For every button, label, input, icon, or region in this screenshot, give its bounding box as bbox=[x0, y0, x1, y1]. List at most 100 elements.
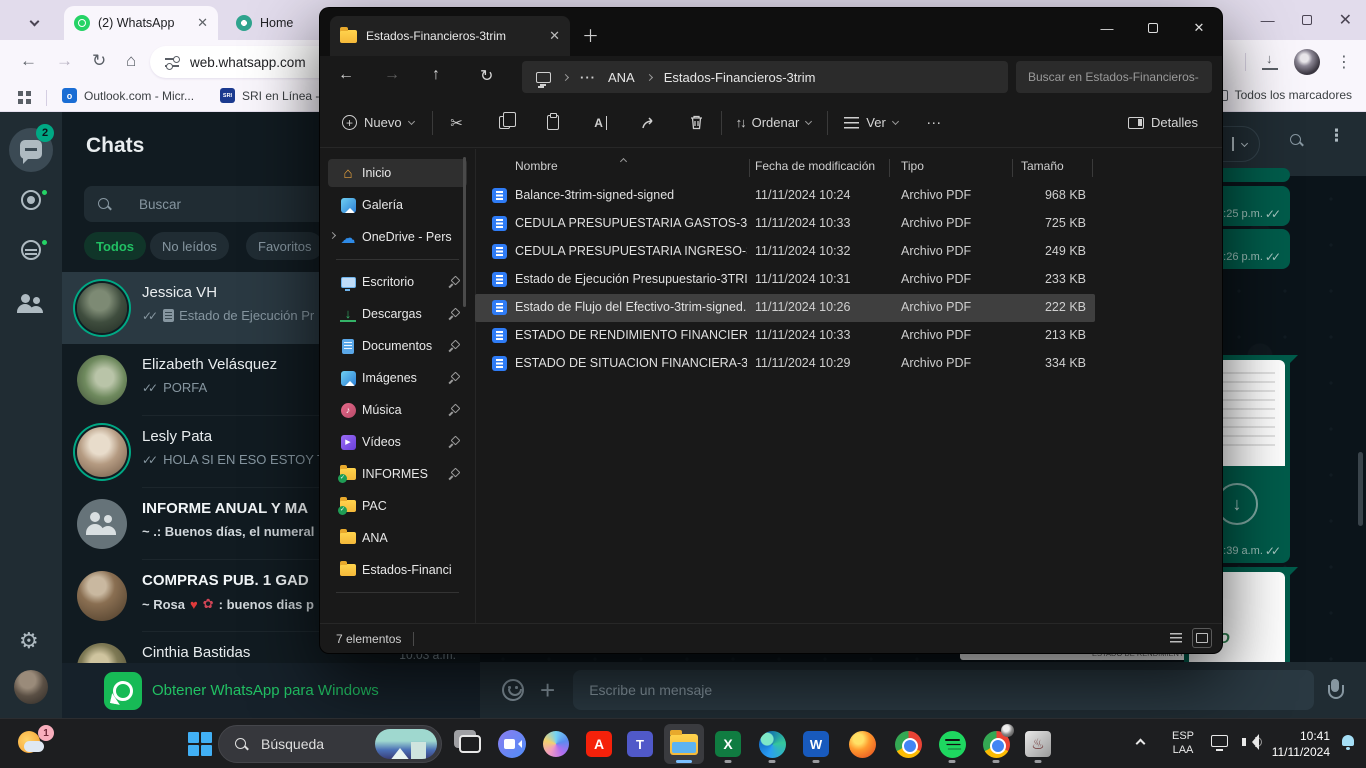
filter-todos[interactable]: Todos bbox=[84, 232, 146, 260]
view-button[interactable]: Ver bbox=[844, 115, 898, 130]
new-tab-icon[interactable]: ＋ bbox=[582, 22, 599, 47]
file-row[interactable]: CEDULA PRESUPUESTARIA INGRESO-3TRI...11/… bbox=[475, 238, 1095, 266]
file-row[interactable]: ESTADO DE RENDIMIENTO FINANCIERO-...11/1… bbox=[475, 322, 1095, 350]
browser-menu-icon[interactable]: ⋮ bbox=[1336, 52, 1352, 72]
new-button[interactable]: + Nuevo bbox=[342, 115, 414, 130]
browser-profile-avatar[interactable] bbox=[1294, 49, 1320, 75]
sidebar-item-escritorio[interactable]: Escritorio bbox=[328, 268, 467, 296]
conversation-search-icon[interactable] bbox=[1276, 134, 1290, 152]
language-indicator[interactable]: ESP LAA bbox=[1172, 729, 1194, 757]
site-settings-icon[interactable] bbox=[165, 56, 179, 68]
explorer-search-input[interactable]: Buscar en Estados-Financieros- bbox=[1016, 61, 1212, 93]
chrome-profile-icon[interactable] bbox=[976, 724, 1016, 764]
explorer-maximize-button[interactable] bbox=[1130, 8, 1176, 48]
more-options-icon[interactable]: ··· bbox=[910, 114, 958, 131]
cut-icon[interactable]: ✂ bbox=[433, 114, 481, 132]
sidebar-item-ana[interactable]: ANA bbox=[328, 524, 467, 552]
browser-tab-home[interactable]: Home bbox=[226, 6, 320, 40]
acrobat-icon[interactable]: A bbox=[579, 724, 619, 764]
excel-icon[interactable]: X bbox=[708, 724, 748, 764]
expand-chevron-icon[interactable] bbox=[329, 232, 336, 239]
file-row-selected[interactable]: Estado de Flujo del Efectivo-3trim-signe… bbox=[475, 294, 1095, 322]
list-view-icon[interactable] bbox=[1166, 628, 1186, 648]
copy-icon[interactable] bbox=[481, 116, 529, 129]
breadcrumb-current[interactable]: Estados-Financieros-3trim bbox=[664, 70, 816, 85]
share-icon[interactable] bbox=[625, 116, 673, 130]
browser-tab-whatsapp[interactable]: (2) WhatsApp ✕ bbox=[64, 6, 218, 40]
details-button[interactable]: Detalles bbox=[1128, 115, 1198, 130]
sidebar-item-estados-financieros[interactable]: Estados-Financi bbox=[328, 556, 467, 584]
explorer-close-button[interactable]: ✕ bbox=[1176, 8, 1222, 48]
paste-icon[interactable] bbox=[529, 115, 577, 130]
column-fecha[interactable]: Fecha de modificación bbox=[755, 159, 875, 173]
get-whatsapp-banner[interactable]: Obtener WhatsApp para Windows bbox=[62, 663, 480, 718]
all-bookmarks-button[interactable]: Todos los marcadores bbox=[1215, 88, 1352, 102]
sort-button[interactable]: ↑↓ Ordenar bbox=[736, 115, 812, 130]
sidebar-item-inicio[interactable]: ⌂Inicio bbox=[328, 159, 467, 187]
file-row[interactable]: Estado de Ejecución Presupuestario-3TRI.… bbox=[475, 266, 1095, 294]
sidebar-scrollbar[interactable] bbox=[463, 157, 466, 307]
sidebar-item-onedrive[interactable]: ☁OneDrive - Pers bbox=[328, 223, 467, 251]
column-nombre[interactable]: Nombre bbox=[515, 159, 558, 173]
taskbar-search[interactable]: Búsqueda bbox=[218, 725, 442, 763]
taskbar-clock[interactable]: 10:41 11/11/2024 bbox=[1272, 728, 1330, 760]
column-divider[interactable] bbox=[1012, 159, 1013, 177]
breadcrumb[interactable]: ··· ANA Estados-Financieros-3trim bbox=[522, 61, 1008, 93]
tab-search-icon[interactable] bbox=[26, 12, 44, 30]
nav-refresh-icon[interactable]: ↻ bbox=[480, 66, 493, 86]
sidebar-item-imagenes[interactable]: Imágenes bbox=[328, 364, 467, 392]
bookmark-sri[interactable]: SRI SRI en Línea - I bbox=[220, 88, 326, 103]
delete-icon[interactable] bbox=[673, 115, 721, 130]
tab-close-icon[interactable]: ✕ bbox=[197, 15, 208, 31]
browser-home-button[interactable]: ⌂ bbox=[126, 51, 136, 71]
notifications-bell-icon[interactable] bbox=[1340, 734, 1356, 750]
network-icon[interactable] bbox=[1211, 735, 1228, 747]
java-app-icon[interactable]: ♨ bbox=[1018, 724, 1058, 764]
message-input[interactable]: Escribe un mensaje bbox=[573, 670, 1314, 710]
emoji-icon[interactable] bbox=[502, 679, 524, 701]
copilot-icon[interactable] bbox=[536, 724, 576, 764]
filter-favoritos[interactable]: Favoritos bbox=[246, 232, 323, 260]
sidebar-item-galeria[interactable]: Galería bbox=[328, 191, 467, 219]
file-row[interactable]: ESTADO DE SITUACION FINANCIERA-3tri...11… bbox=[475, 350, 1095, 378]
nav-forward-icon[interactable]: → bbox=[384, 66, 400, 84]
bookmark-outlook[interactable]: o Outlook.com - Micr... bbox=[62, 88, 194, 103]
file-explorer-icon[interactable] bbox=[664, 724, 704, 764]
channels-icon[interactable] bbox=[21, 240, 41, 260]
column-divider[interactable] bbox=[749, 159, 750, 177]
tab-close-icon[interactable]: ✕ bbox=[549, 28, 560, 44]
file-row[interactable]: CEDULA PRESUPUESTARIA GASTOS-3TRI...11/1… bbox=[475, 210, 1095, 238]
profile-avatar[interactable] bbox=[14, 670, 48, 704]
speaker-icon[interactable] bbox=[1242, 734, 1260, 750]
browser-forward-button[interactable]: → bbox=[56, 51, 73, 71]
filter-no-leidos[interactable]: No leídos bbox=[150, 232, 229, 260]
teams-icon[interactable]: T bbox=[620, 724, 660, 764]
breadcrumb-ana[interactable]: ANA bbox=[608, 70, 635, 85]
conversation-scrollbar[interactable] bbox=[1358, 452, 1363, 526]
browser-maximize-button[interactable] bbox=[1302, 15, 1312, 25]
explorer-tab[interactable]: Estados-Financieros-3trim ✕ bbox=[330, 16, 570, 56]
chats-icon[interactable] bbox=[20, 140, 42, 159]
breadcrumb-overflow-icon[interactable]: ··· bbox=[580, 70, 596, 85]
sidebar-item-pac[interactable]: PAC bbox=[328, 492, 467, 520]
conversation-menu-icon[interactable]: ⋮ bbox=[1328, 132, 1334, 140]
widgets-button[interactable]: 1 bbox=[16, 725, 56, 763]
word-icon[interactable]: W bbox=[796, 724, 836, 764]
chrome-icon[interactable] bbox=[888, 724, 928, 764]
url-text[interactable]: web.whatsapp.com bbox=[190, 55, 306, 70]
browser-minimize-button[interactable]: — bbox=[1261, 12, 1275, 28]
column-divider[interactable] bbox=[889, 159, 890, 177]
browser-reload-button[interactable]: ↻ bbox=[92, 51, 106, 71]
rename-icon[interactable]: A bbox=[577, 116, 625, 130]
browser-back-button[interactable]: ← bbox=[20, 51, 37, 71]
nav-up-icon[interactable]: ↑ bbox=[432, 66, 440, 84]
search-highlight-image[interactable] bbox=[375, 729, 437, 759]
start-button[interactable] bbox=[188, 732, 212, 756]
sidebar-item-musica[interactable]: ♪Música bbox=[328, 396, 467, 424]
chat-app-icon[interactable] bbox=[492, 724, 532, 764]
status-icon[interactable] bbox=[21, 190, 41, 210]
edge-icon[interactable] bbox=[752, 724, 792, 764]
explorer-minimize-button[interactable]: — bbox=[1084, 8, 1130, 48]
firefox-icon[interactable] bbox=[842, 724, 882, 764]
sidebar-item-informes[interactable]: INFORMES bbox=[328, 460, 467, 488]
